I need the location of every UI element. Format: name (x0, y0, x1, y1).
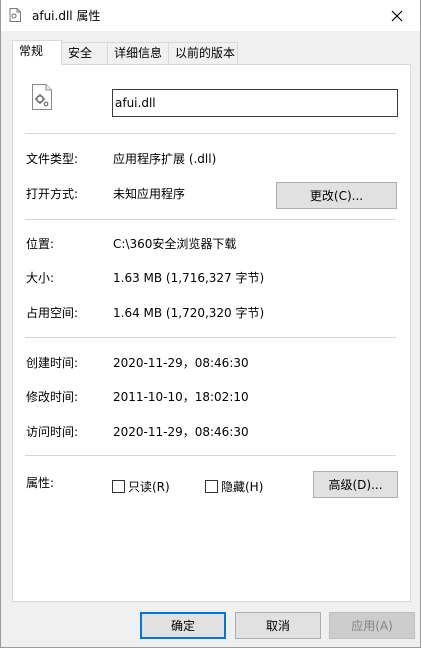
open-with-label: 打开方式: (26, 187, 79, 201)
created-label: 创建时间: (26, 356, 79, 370)
modified-label: 修改时间: (26, 390, 79, 404)
filename-input[interactable] (112, 89, 398, 117)
created-value: 2020-11-29，08:46:30 (113, 356, 249, 370)
tab-label: 详细信息 (114, 46, 163, 60)
window-title: afui.dll 属性 (32, 9, 101, 23)
open-with-value: 未知应用程序 (113, 187, 186, 201)
apply-button[interactable]: 应用(A) (329, 612, 415, 639)
dll-file-gear-icon (32, 84, 52, 110)
hidden-checkbox-row[interactable]: 隐藏(H) (205, 478, 263, 495)
tab-details[interactable]: 详细信息 (107, 42, 169, 64)
accessed-value: 2020-11-29，08:46:30 (113, 425, 249, 439)
hidden-label: 隐藏(H) (221, 480, 264, 494)
file-type-value: 应用程序扩展 (.dll) (113, 152, 217, 166)
separator (25, 455, 396, 456)
size-value: 1.63 MB (1,716,327 字节) (113, 271, 265, 285)
properties-window: afui.dll 属性 常规 安全 详细信息 以前的版本 afui.dll 文件… (0, 0, 421, 648)
readonly-checkbox[interactable] (112, 480, 125, 493)
separator (25, 219, 396, 220)
size-on-disk-value: 1.64 MB (1,720,320 字节) (113, 306, 265, 320)
tab-label: 常规 (19, 44, 44, 58)
file-type-label: 文件类型: (26, 152, 79, 166)
close-button[interactable] (374, 0, 420, 31)
tab-previous-versions[interactable]: 以前的版本 (168, 42, 238, 64)
modified-value: 2011-10-10，18:02:10 (113, 390, 249, 404)
tab-label: 以前的版本 (175, 46, 236, 60)
ok-button[interactable]: 确定 (140, 612, 226, 639)
tab-security[interactable]: 安全 (61, 42, 108, 64)
location-value: C:\360安全浏览器下载 (113, 237, 237, 251)
title-bar[interactable]: afui.dll 属性 (1, 0, 420, 31)
separator (25, 133, 396, 134)
readonly-label: 只读(R) (128, 480, 170, 494)
size-label: 大小: (26, 271, 55, 285)
general-tab-panel (12, 64, 411, 602)
readonly-checkbox-row[interactable]: 只读(R) (112, 478, 170, 495)
tab-label: 安全 (68, 46, 93, 60)
attributes-label: 属性: (26, 476, 55, 490)
cancel-button[interactable]: 取消 (235, 612, 321, 639)
dll-file-icon (9, 8, 21, 22)
separator (25, 337, 396, 338)
tab-general[interactable]: 常规 (12, 40, 62, 65)
size-on-disk-label: 占用空间: (26, 306, 79, 320)
location-label: 位置: (26, 237, 55, 251)
close-icon (391, 10, 403, 21)
accessed-label: 访问时间: (26, 425, 79, 439)
change-button[interactable]: 更改(C)... (276, 182, 397, 209)
advanced-button[interactable]: 高级(D)... (313, 471, 398, 498)
hidden-checkbox[interactable] (205, 480, 218, 493)
